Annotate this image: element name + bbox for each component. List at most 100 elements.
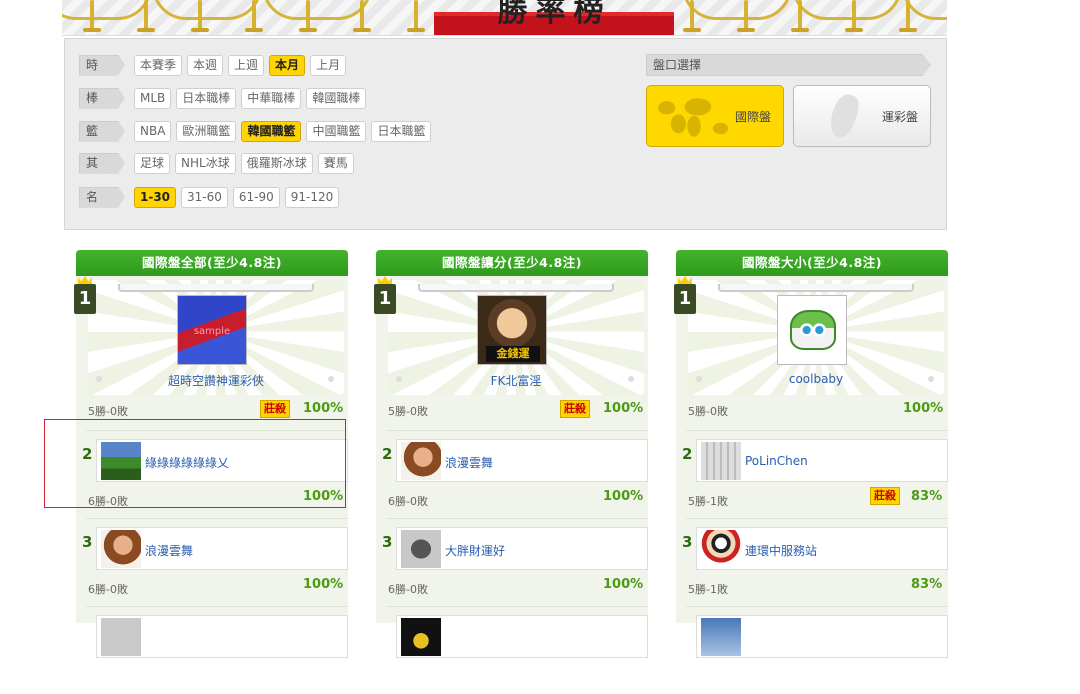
filter-option[interactable]: 賽馬	[317, 152, 354, 174]
ranker-name[interactable]: 浪漫雲舞	[445, 454, 493, 471]
rank-number: 3	[682, 533, 693, 551]
avatar[interactable]	[101, 530, 141, 568]
banner-post	[899, 0, 917, 32]
filter-row-basketball: 籃球 NBA 歐洲職籃 韓國職籃 中國職籃 日本職籃	[79, 120, 432, 142]
filter-option[interactable]: NBA	[134, 120, 172, 142]
banner-post	[737, 0, 755, 32]
win-loss-record: 5勝-1敗	[688, 583, 728, 596]
rank-1-badge: 1	[374, 284, 396, 314]
avatar[interactable]	[401, 618, 441, 656]
shelf	[418, 284, 614, 292]
filter-option[interactable]: 上月	[310, 54, 347, 76]
filter-option[interactable]: 歐洲職籃	[176, 120, 237, 142]
zhuangsha-badge: 莊殺	[560, 400, 590, 418]
filter-option[interactable]: 31-60	[181, 186, 228, 208]
filter-option[interactable]: 日本職籃	[371, 120, 432, 142]
ranking-row[interactable]	[86, 606, 348, 694]
filter-option[interactable]: 61-90	[232, 186, 280, 208]
world-map-icon	[655, 94, 733, 140]
avatar[interactable]	[701, 530, 741, 568]
zhuangsha-badge: 莊殺	[260, 400, 290, 418]
avatar[interactable]: 金錢運	[477, 295, 547, 365]
ranking-row[interactable]: 3 連環中服務站 5勝-1敗 83%	[682, 518, 948, 606]
avatar[interactable]	[401, 442, 441, 480]
ranking-row[interactable]: 2 浪漫雲舞 6勝-0敗 100%	[382, 430, 648, 518]
ranking-row[interactable]	[386, 606, 648, 694]
avatar[interactable]	[701, 618, 741, 656]
win-loss-record: 5勝-0敗	[388, 405, 428, 418]
page-title: 勝率榜	[497, 0, 612, 29]
filter-row-other: 其他 足球 NHL冰球 俄羅斯冰球 賽馬	[79, 152, 354, 174]
ranking-panel-overunder: 國際盤大小(至少4.8注) 1 coolbaby 5勝-0敗 100% 2 Po…	[674, 250, 948, 658]
ranking-row[interactable]	[686, 606, 948, 694]
win-rate: 100%	[303, 577, 344, 592]
rank-1-badge: 1	[74, 284, 96, 314]
ranker-box: 浪漫雲舞	[396, 439, 648, 482]
filter-label: 籃球	[79, 120, 125, 142]
filter-option[interactable]: 本賽季	[134, 54, 183, 76]
ranker-box: 浪漫雲舞	[96, 527, 348, 570]
win-rate: 100%	[603, 577, 644, 592]
rank-number: 2	[682, 445, 693, 463]
robot-avatar-icon	[790, 310, 836, 350]
filter-option[interactable]: MLB	[134, 87, 172, 109]
filter-option[interactable]: 上週	[228, 54, 265, 76]
banner-post	[845, 0, 863, 32]
avatar[interactable]	[101, 618, 141, 656]
banner-post	[137, 0, 155, 32]
ranker-name[interactable]: 浪漫雲舞	[145, 542, 193, 559]
panel-title: 國際盤讓分(至少4.8注)	[376, 250, 648, 276]
filter-option-active[interactable]: 1-30	[134, 186, 177, 208]
top-ranker-name[interactable]: coolbaby	[688, 372, 944, 386]
ranker-name[interactable]: PoLinChen	[745, 454, 808, 468]
panel-title: 國際盤大小(至少4.8注)	[676, 250, 948, 276]
avatar[interactable]	[701, 442, 741, 480]
banner-post	[299, 0, 317, 32]
banner-post	[245, 0, 263, 32]
filter-label: 棒球	[79, 87, 125, 109]
ranker-name[interactable]: 連環中服務站	[745, 542, 817, 559]
avatar[interactable]	[401, 530, 441, 568]
ranking-banner: 勝率榜	[62, 0, 947, 36]
banner-rope	[262, 0, 372, 20]
win-loss-record: 6勝-0敗	[388, 583, 428, 596]
sports-lottery-odds-button[interactable]: 運彩盤	[793, 85, 931, 147]
avatar[interactable]: sample	[177, 295, 247, 365]
win-rate: 100%	[603, 401, 644, 416]
filter-option-active[interactable]: 韓國職籃	[241, 120, 302, 142]
ranker-box: PoLinChen	[696, 439, 948, 482]
shelf	[718, 284, 914, 292]
banner-post	[407, 0, 425, 32]
ranking-row[interactable]: 3 浪漫雲舞 6勝-0敗 100%	[82, 518, 348, 606]
filter-option[interactable]: 中國職籃	[306, 120, 367, 142]
filter-option-active[interactable]: 本月	[269, 54, 306, 76]
top-ranker-name[interactable]: 超時空讚神運彩俠	[88, 372, 344, 389]
filter-option[interactable]: 91-120	[284, 186, 340, 208]
filter-option[interactable]: 俄羅斯冰球	[240, 152, 313, 174]
ranker-box: 大胖財運好	[396, 527, 648, 570]
filter-option[interactable]: NHL冰球	[175, 152, 236, 174]
filter-option[interactable]: 本週	[187, 54, 224, 76]
zhuangsha-badge: 莊殺	[870, 487, 900, 505]
ranking-row[interactable]: 2 PoLinChen 5勝-1敗 莊殺 83%	[682, 430, 948, 518]
ranking-row[interactable]: 3 大胖財運好 6勝-0敗 100%	[382, 518, 648, 606]
win-loss-record: 6勝-0敗	[388, 495, 428, 508]
rank-number: 3	[82, 533, 93, 551]
panel-title: 國際盤全部(至少4.8注)	[76, 250, 348, 276]
filter-option[interactable]: 韓國職棒	[306, 87, 367, 109]
win-rate: 83%	[911, 577, 943, 592]
win-loss-record: 6勝-0敗	[88, 583, 128, 596]
top-ranker-name[interactable]: FK北富淫	[388, 372, 644, 389]
filter-label: 時間	[79, 54, 125, 76]
ranker-box: 連環中服務站	[696, 527, 948, 570]
win-loss-record: 5勝-0敗	[688, 405, 728, 418]
ranker-box	[396, 615, 648, 658]
filter-option[interactable]: 足球	[134, 152, 171, 174]
avatar[interactable]	[777, 295, 847, 365]
filter-option[interactable]: 日本職棒	[176, 87, 237, 109]
filter-option[interactable]: 中華職棒	[241, 87, 302, 109]
filter-panel: 時間 本賽季 本週 上週 本月 上月 棒球 MLB 日本職棒 中華職棒 韓國職棒…	[64, 38, 947, 230]
ranker-name[interactable]: 大胖財運好	[445, 542, 505, 559]
international-odds-button[interactable]: 國際盤	[646, 85, 784, 147]
win-loss-record: 5勝-0敗	[88, 405, 128, 418]
